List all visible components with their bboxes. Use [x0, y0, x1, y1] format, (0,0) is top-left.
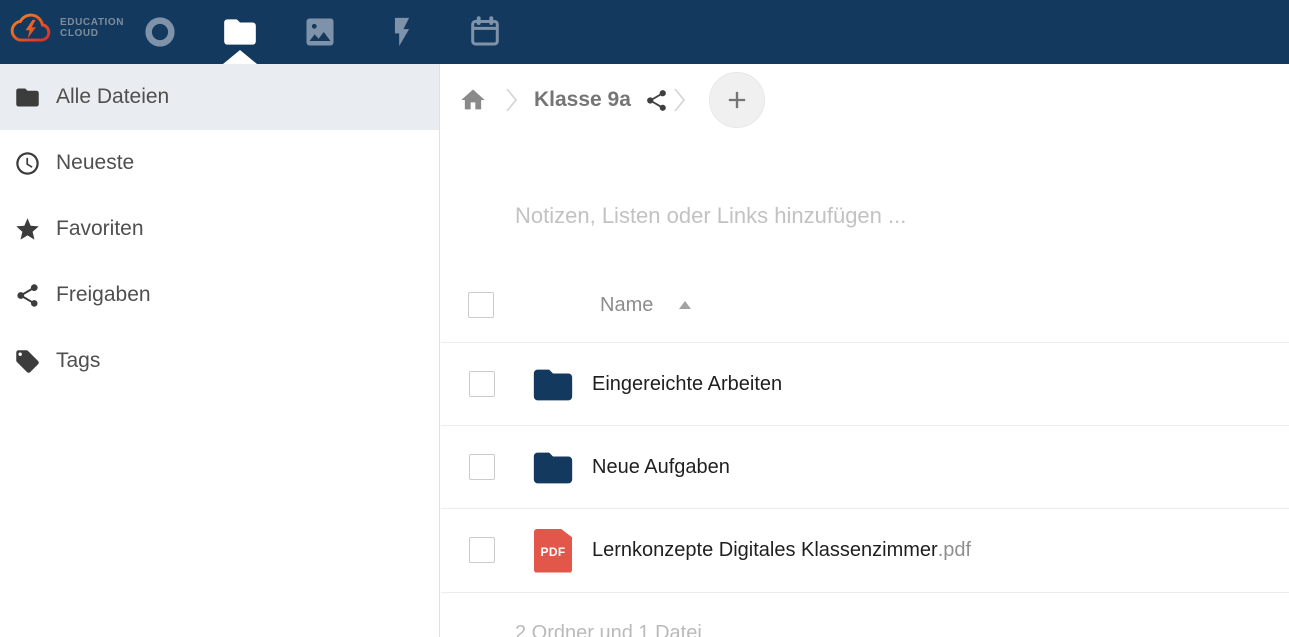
- pdf-badge: PDF: [534, 529, 572, 573]
- flash-icon: [385, 15, 419, 49]
- star-icon: [14, 216, 41, 243]
- file-row-eingereichte-arbeiten: Eingereichte Arbeiten: [441, 342, 1289, 426]
- cloud-logo-icon: [9, 9, 53, 47]
- folder-icon: [221, 13, 259, 51]
- pdf-badge-label: PDF: [541, 545, 566, 559]
- files-content-area: Klasse 9a Notizen, Listen oder Links hin…: [441, 64, 1289, 637]
- sidebar-item-label: Neueste: [56, 151, 134, 175]
- row-checkbox[interactable]: [469, 371, 495, 397]
- sidebar-item-all-files[interactable]: Alle Dateien: [0, 64, 439, 130]
- file-basename: Neue Aufgaben: [592, 456, 730, 479]
- file-basename: Lernkonzepte Digitales Klassenzimmer: [592, 539, 938, 562]
- education-cloud-logo[interactable]: EDUCATION CLOUD: [9, 9, 124, 47]
- app-activity-button[interactable]: [374, 0, 430, 64]
- file-name-link[interactable]: Eingereichte Arbeiten: [592, 343, 782, 426]
- breadcrumb-current-folder[interactable]: Klasse 9a: [534, 88, 631, 112]
- tag-icon: [14, 348, 41, 375]
- name-header-label: Name: [600, 294, 653, 317]
- file-name-link[interactable]: Lernkonzepte Digitales Klassenzimmer.pdf: [592, 509, 971, 592]
- logo-text: EDUCATION CLOUD: [60, 17, 124, 39]
- sidebar-item-shares[interactable]: Freigaben: [0, 262, 439, 328]
- sort-ascending-icon: [679, 301, 691, 309]
- file-name-link[interactable]: Neue Aufgaben: [592, 426, 730, 509]
- sidebar-item-favorites[interactable]: Favoriten: [0, 196, 439, 262]
- pdf-file-icon[interactable]: PDF: [529, 509, 577, 592]
- breadcrumb-home-button[interactable]: [459, 86, 487, 114]
- sidebar-item-recent[interactable]: Neueste: [0, 130, 439, 196]
- chevron-right-icon: [672, 84, 687, 116]
- row-checkbox[interactable]: [469, 454, 495, 480]
- app-dashboard-button[interactable]: [132, 0, 188, 64]
- plus-icon: [723, 86, 751, 114]
- app-window: EDUCATION CLOUD: [0, 0, 1289, 637]
- sidebar-item-label: Alle Dateien: [56, 85, 169, 109]
- file-extension: .pdf: [938, 539, 971, 562]
- sidebar-item-tags[interactable]: Tags: [0, 328, 439, 394]
- select-all-checkbox[interactable]: [468, 292, 494, 318]
- notes-input[interactable]: Notizen, Listen oder Links hinzufügen ..…: [515, 203, 906, 229]
- calendar-icon: [467, 14, 503, 50]
- row-checkbox[interactable]: [469, 537, 495, 563]
- share-folder-button[interactable]: [644, 88, 669, 113]
- breadcrumb: Klasse 9a: [441, 64, 1289, 136]
- top-navigation-bar: EDUCATION CLOUD: [0, 0, 1289, 64]
- file-row-lernkonzepte-pdf: PDF Lernkonzepte Digitales Klassenzimmer…: [441, 508, 1289, 593]
- folder-icon: [14, 84, 41, 111]
- image-icon: [302, 14, 338, 50]
- sidebar-item-label: Tags: [56, 349, 100, 373]
- name-column-header[interactable]: Name: [600, 292, 691, 318]
- new-file-button[interactable]: [709, 72, 765, 128]
- ring-icon: [143, 15, 177, 49]
- file-list-header: Name: [441, 292, 1289, 318]
- clock-icon: [14, 150, 41, 177]
- app-photos-button[interactable]: [292, 0, 348, 64]
- file-row-neue-aufgaben: Neue Aufgaben: [441, 425, 1289, 509]
- file-count-summary: 2 Ordner und 1 Datei: [515, 622, 702, 637]
- active-app-pointer: [223, 50, 257, 64]
- share-icon: [14, 282, 41, 309]
- files-sidebar: Alle Dateien Neueste Favoriten Freigaben…: [0, 64, 440, 637]
- folder-icon[interactable]: [529, 426, 577, 509]
- file-basename: Eingereichte Arbeiten: [592, 373, 782, 396]
- folder-icon[interactable]: [529, 343, 577, 426]
- sidebar-item-label: Freigaben: [56, 283, 151, 307]
- app-calendar-button[interactable]: [457, 0, 513, 64]
- sidebar-item-label: Favoriten: [56, 217, 144, 241]
- chevron-right-icon: [504, 84, 519, 116]
